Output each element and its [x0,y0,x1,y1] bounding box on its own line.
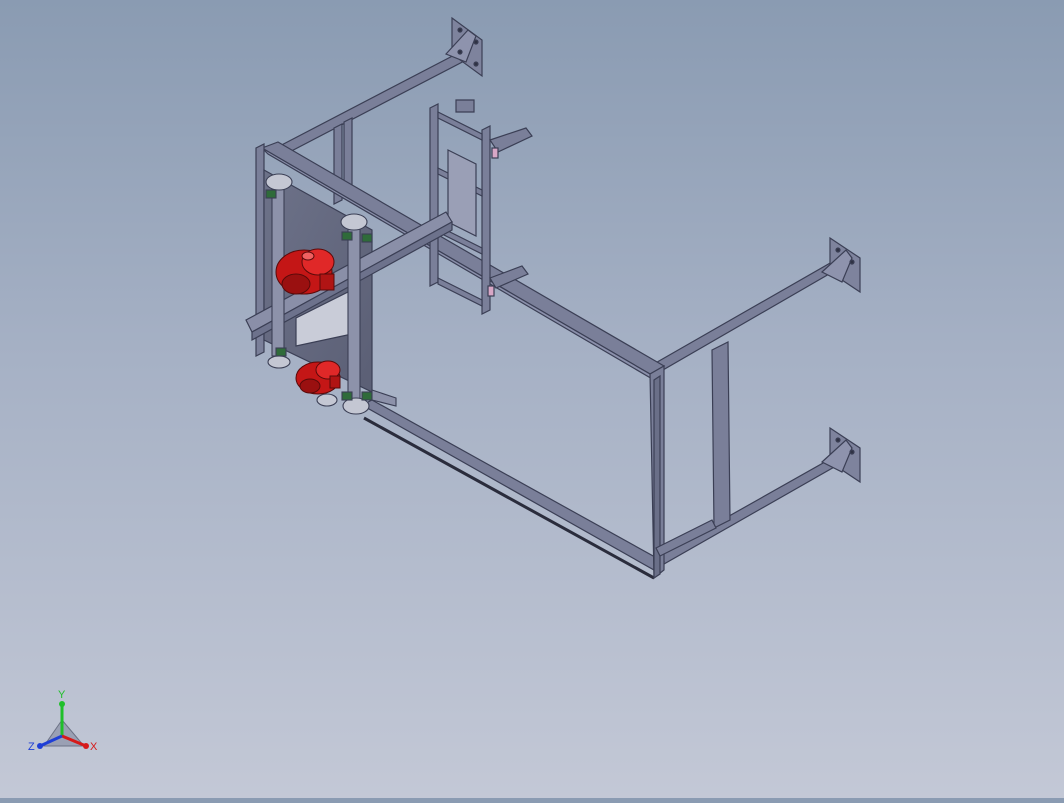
gear-motor-upper[interactable] [275,248,335,295]
column-cap-mid-bottom [316,393,338,407]
bearing-block-4 [275,347,287,357]
triad-y-tip [59,701,65,707]
column-cap-left-top [265,173,293,191]
column-cap-left-bottom [267,355,291,369]
bearing-block-6 [361,391,373,401]
triad-x-tip [83,743,89,749]
triad-y-label: Y [58,689,66,701]
graphics-viewport[interactable]: Y X Z [0,0,1064,798]
bearing-block-1 [265,189,277,199]
ladder-rung-4 [437,277,483,307]
right-bottom-beam [659,457,837,565]
guide-column-right [347,221,361,411]
ladder-pink-tab-1 [491,147,499,159]
bottom-long-beam [360,399,666,571]
back-top-beam [271,49,471,159]
model-viewport-svg[interactable]: Y X Z [0,0,1064,798]
bearing-block-2 [341,231,353,241]
ladder-bracket-top [455,99,475,113]
right-vertical-brace [711,341,731,529]
bottom-beam-shadow [363,416,655,580]
right-top-beam [651,261,837,375]
gear-motor-lower[interactable] [295,360,341,395]
ladder-rung-1 [437,111,483,141]
triad-z-label: Z [28,741,35,753]
triad-z-tip [37,743,43,749]
bearing-block-3 [361,233,373,243]
bearing-block-5 [341,391,353,401]
ladder-rail-left [429,103,439,287]
triad-x-label: X [90,741,98,753]
column-cap-right-top [340,213,368,231]
orientation-triad[interactable]: Y X Z [28,689,98,753]
mounting-foot-right-lower[interactable] [820,426,861,484]
ladder-pink-tab-2 [487,285,495,297]
